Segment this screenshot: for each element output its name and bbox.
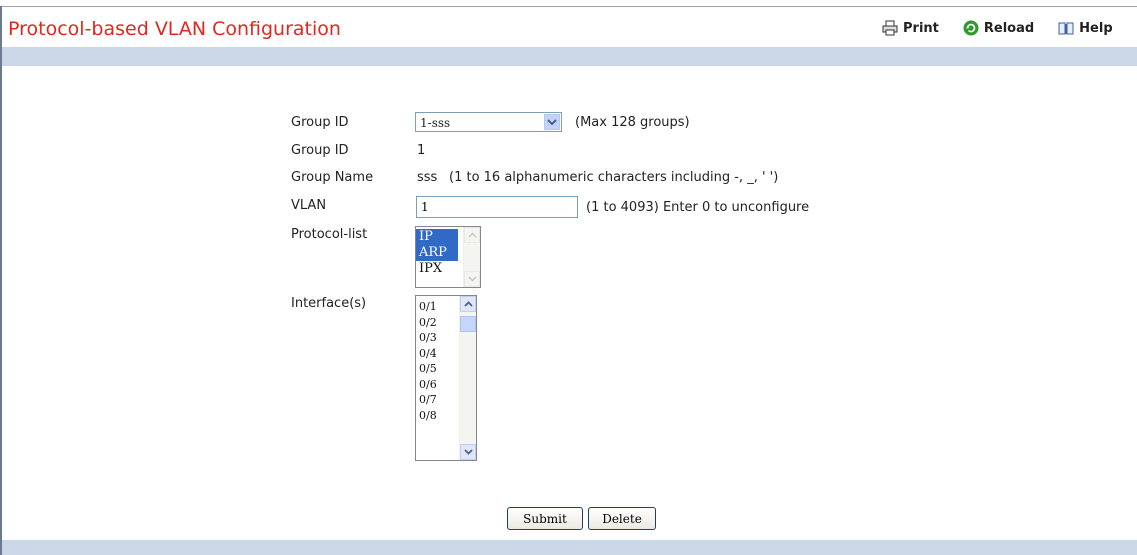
interfaces-label: Interface(s) bbox=[291, 296, 367, 311]
page-title: Protocol-based VLAN Configuration bbox=[8, 18, 341, 40]
delete-button[interactable]: Delete bbox=[588, 507, 656, 530]
help-button[interactable]: Help bbox=[1058, 20, 1113, 36]
chevron-down-icon[interactable] bbox=[460, 444, 476, 460]
group-id-label: Group ID bbox=[291, 143, 349, 158]
group-id-hint: (Max 128 groups) bbox=[575, 115, 690, 130]
reload-label: Reload bbox=[983, 20, 1035, 36]
left-border bbox=[0, 6, 2, 555]
protocol-option-ipx[interactable]: IPX bbox=[416, 261, 458, 277]
reload-button[interactable]: Reload bbox=[963, 20, 1034, 36]
footer-band bbox=[2, 540, 1137, 555]
reload-icon bbox=[963, 20, 979, 36]
protocol-list-box[interactable]: IP ARP IPX bbox=[415, 226, 481, 288]
group-id-value: 1 bbox=[417, 143, 426, 158]
chevron-down-icon[interactable] bbox=[464, 271, 480, 287]
scrollbar-thumb[interactable] bbox=[460, 316, 476, 332]
toolbar: Print Reload Help bbox=[882, 20, 1137, 36]
chevron-up-icon[interactable] bbox=[464, 227, 480, 243]
interfaces-scrollbar[interactable] bbox=[459, 296, 476, 460]
submit-button[interactable]: Submit bbox=[507, 507, 583, 530]
printer-icon bbox=[882, 20, 898, 36]
group-name-label: Group Name bbox=[291, 170, 374, 185]
print-button[interactable]: Print bbox=[882, 20, 939, 36]
interfaces-list-box[interactable]: 0/1 0/2 0/3 0/4 0/5 0/6 0/7 0/8 bbox=[415, 295, 477, 461]
title-bar: Protocol-based VLAN Configuration Print … bbox=[2, 7, 1137, 47]
print-label: Print bbox=[903, 20, 939, 36]
group-name-hint: (1 to 16 alphanumeric characters includi… bbox=[449, 170, 779, 185]
vlan-input[interactable] bbox=[416, 196, 578, 218]
vlan-hint: (1 to 4093) Enter 0 to unconfigure bbox=[586, 200, 810, 215]
protocol-option-ip[interactable]: IP bbox=[416, 229, 458, 245]
group-name-value: sss bbox=[417, 170, 438, 185]
header-band bbox=[2, 47, 1137, 66]
help-label: Help bbox=[1079, 20, 1113, 36]
chevron-down-icon[interactable] bbox=[544, 114, 560, 130]
protocol-list-label: Protocol-list bbox=[291, 227, 368, 242]
group-id-select-label: Group ID bbox=[291, 115, 349, 130]
help-book-icon bbox=[1058, 20, 1074, 36]
group-id-select[interactable]: 1-sss bbox=[415, 112, 562, 132]
group-id-select-value: 1-sss bbox=[420, 116, 451, 130]
protocol-option-arp[interactable]: ARP bbox=[416, 245, 458, 261]
chevron-up-icon[interactable] bbox=[460, 296, 476, 312]
protocol-list-scrollbar[interactable] bbox=[463, 227, 480, 287]
vlan-label: VLAN bbox=[291, 198, 327, 213]
page-frame: Protocol-based VLAN Configuration Print … bbox=[0, 0, 1137, 555]
